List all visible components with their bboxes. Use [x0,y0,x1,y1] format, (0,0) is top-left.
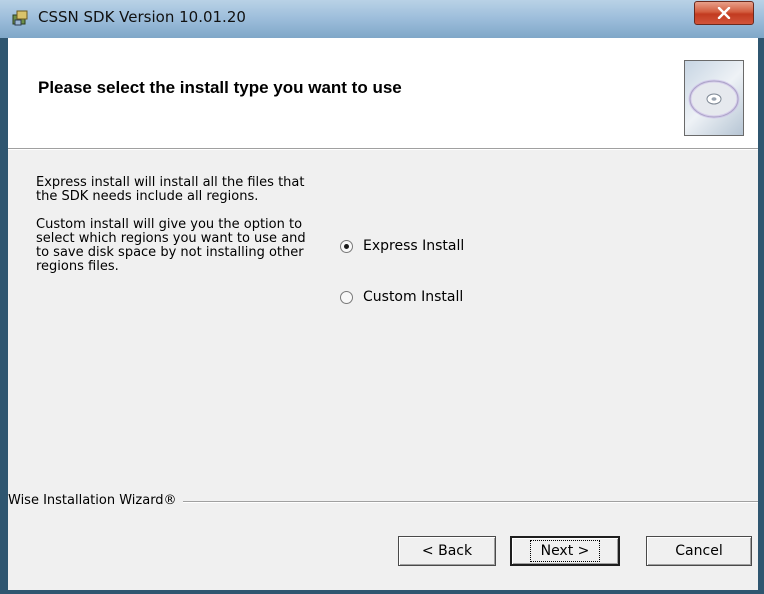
wise-brand-label: Wise Installation Wizard® [8,493,183,508]
installer-app-icon [12,9,30,27]
next-button-label: Next > [529,540,601,562]
window-frame-bottom [0,590,764,594]
cd-disc-icon [684,60,744,136]
close-button[interactable] [694,1,754,25]
cancel-button[interactable]: Cancel [646,536,752,566]
close-icon [717,7,731,19]
title-bar[interactable]: CSSN SDK Version 10.01.20 [0,0,764,38]
custom-install-option[interactable]: Custom Install [340,288,463,306]
next-button[interactable]: Next > [510,536,620,566]
custom-install-radio[interactable] [340,290,353,304]
dialog-body: Please select the install type you want … [8,38,758,590]
cancel-button-label: Cancel [675,543,723,559]
back-button[interactable]: < Back [398,536,496,566]
window-frame-left [0,38,8,594]
page-title: Please select the install type you want … [38,78,402,97]
express-description: Express install will install all the fil… [36,175,305,204]
express-install-label[interactable]: Express Install [363,238,464,254]
install-description: Express install will install all the fil… [36,176,306,288]
window-frame-right [758,38,764,594]
installer-window: CSSN SDK Version 10.01.20 Please select … [0,0,764,594]
back-button-label: < Back [421,543,473,559]
custom-description: Custom install will give you the option … [36,217,306,274]
wizard-header: Please select the install type you want … [8,38,758,148]
express-install-option[interactable]: Express Install [340,237,464,255]
express-install-radio[interactable] [340,239,353,253]
window-title: CSSN SDK Version 10.01.20 [38,8,246,26]
custom-install-label[interactable]: Custom Install [363,289,463,305]
header-divider [8,148,758,150]
